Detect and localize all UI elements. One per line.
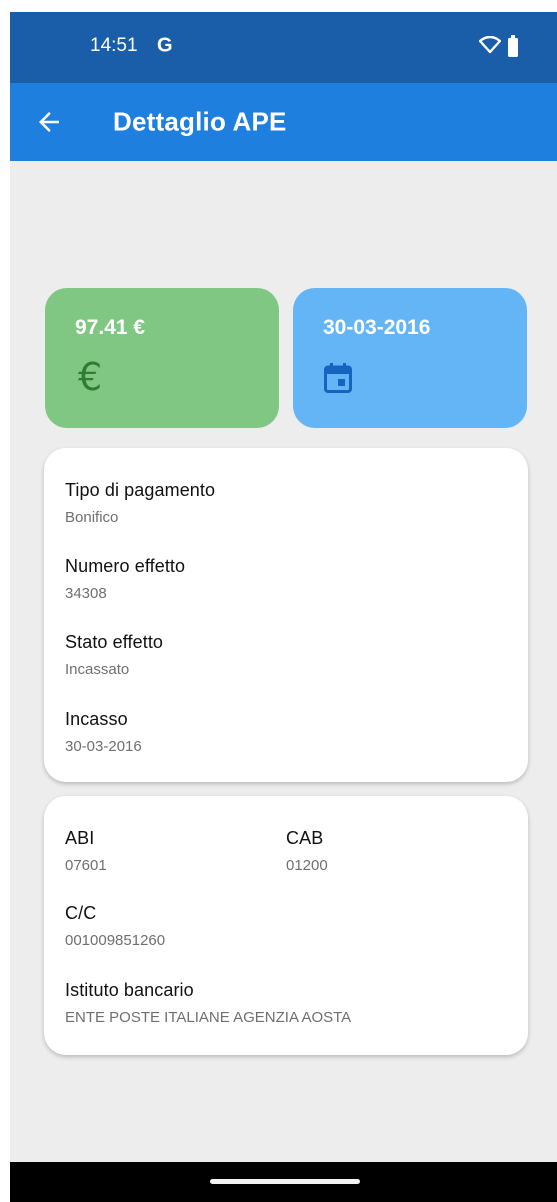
- field-value: Incassato: [65, 661, 130, 678]
- field-label: Stato effetto: [65, 632, 164, 652]
- amount-value: 97.41 €: [75, 316, 146, 339]
- field-numero-effetto: Numero effetto 34308: [65, 556, 185, 602]
- field-stato-effetto: Stato effetto Incassato: [65, 632, 163, 678]
- field-label: CAB: [286, 828, 324, 848]
- amount-tile: 97.41 € €: [45, 288, 279, 428]
- status-time: 14:51: [90, 35, 138, 56]
- status-bar: 14:51 G: [10, 12, 557, 83]
- field-cab: CAB 01200: [286, 828, 328, 874]
- field-label: Numero effetto: [65, 556, 186, 576]
- home-gesture-handle[interactable]: [210, 1179, 360, 1184]
- app-screen: 14:51 G Dettaglio APE 97.41 € € 30-03-20…: [10, 12, 557, 1202]
- field-istituto-bancario: Istituto bancario ENTE POSTE ITALIANE AG…: [65, 980, 351, 1026]
- google-icon: G: [157, 34, 173, 57]
- field-value: 34308: [65, 585, 107, 602]
- field-value: 07601: [65, 857, 107, 874]
- date-tile: 30-03-2016: [293, 288, 527, 428]
- navigation-bar: [10, 1162, 557, 1202]
- field-label: Istituto bancario: [65, 980, 194, 1000]
- field-label: C/C: [65, 903, 97, 923]
- field-label: Tipo di pagamento: [65, 480, 216, 500]
- app-bar: Dettaglio APE: [10, 83, 557, 161]
- bank-details-card: ABI 07601 CAB 01200 C/C 001009851260 Ist…: [44, 796, 528, 1055]
- payment-details-card: Tipo di pagamento Bonifico Numero effett…: [44, 448, 528, 782]
- field-value: 30-03-2016: [65, 738, 142, 755]
- calendar-icon: [324, 363, 352, 393]
- field-cc: C/C 001009851260: [65, 903, 165, 949]
- arrow-back-icon[interactable]: [34, 107, 64, 137]
- battery-icon: [508, 35, 518, 57]
- field-abi: ABI 07601: [65, 828, 107, 874]
- page-title: Dettaglio APE: [113, 106, 287, 137]
- field-incasso: Incasso 30-03-2016: [65, 709, 142, 755]
- field-tipo-pagamento: Tipo di pagamento Bonifico: [65, 480, 215, 526]
- field-value: ENTE POSTE ITALIANE AGENZIA AOSTA: [65, 1009, 352, 1026]
- field-value: 001009851260: [65, 932, 166, 949]
- euro-icon: €: [78, 355, 103, 399]
- date-value: 30-03-2016: [323, 316, 431, 339]
- field-value: 01200: [286, 857, 328, 874]
- field-label: Incasso: [65, 709, 128, 729]
- field-label: ABI: [65, 828, 95, 848]
- field-value: Bonifico: [65, 509, 119, 526]
- wifi-icon: [479, 36, 501, 54]
